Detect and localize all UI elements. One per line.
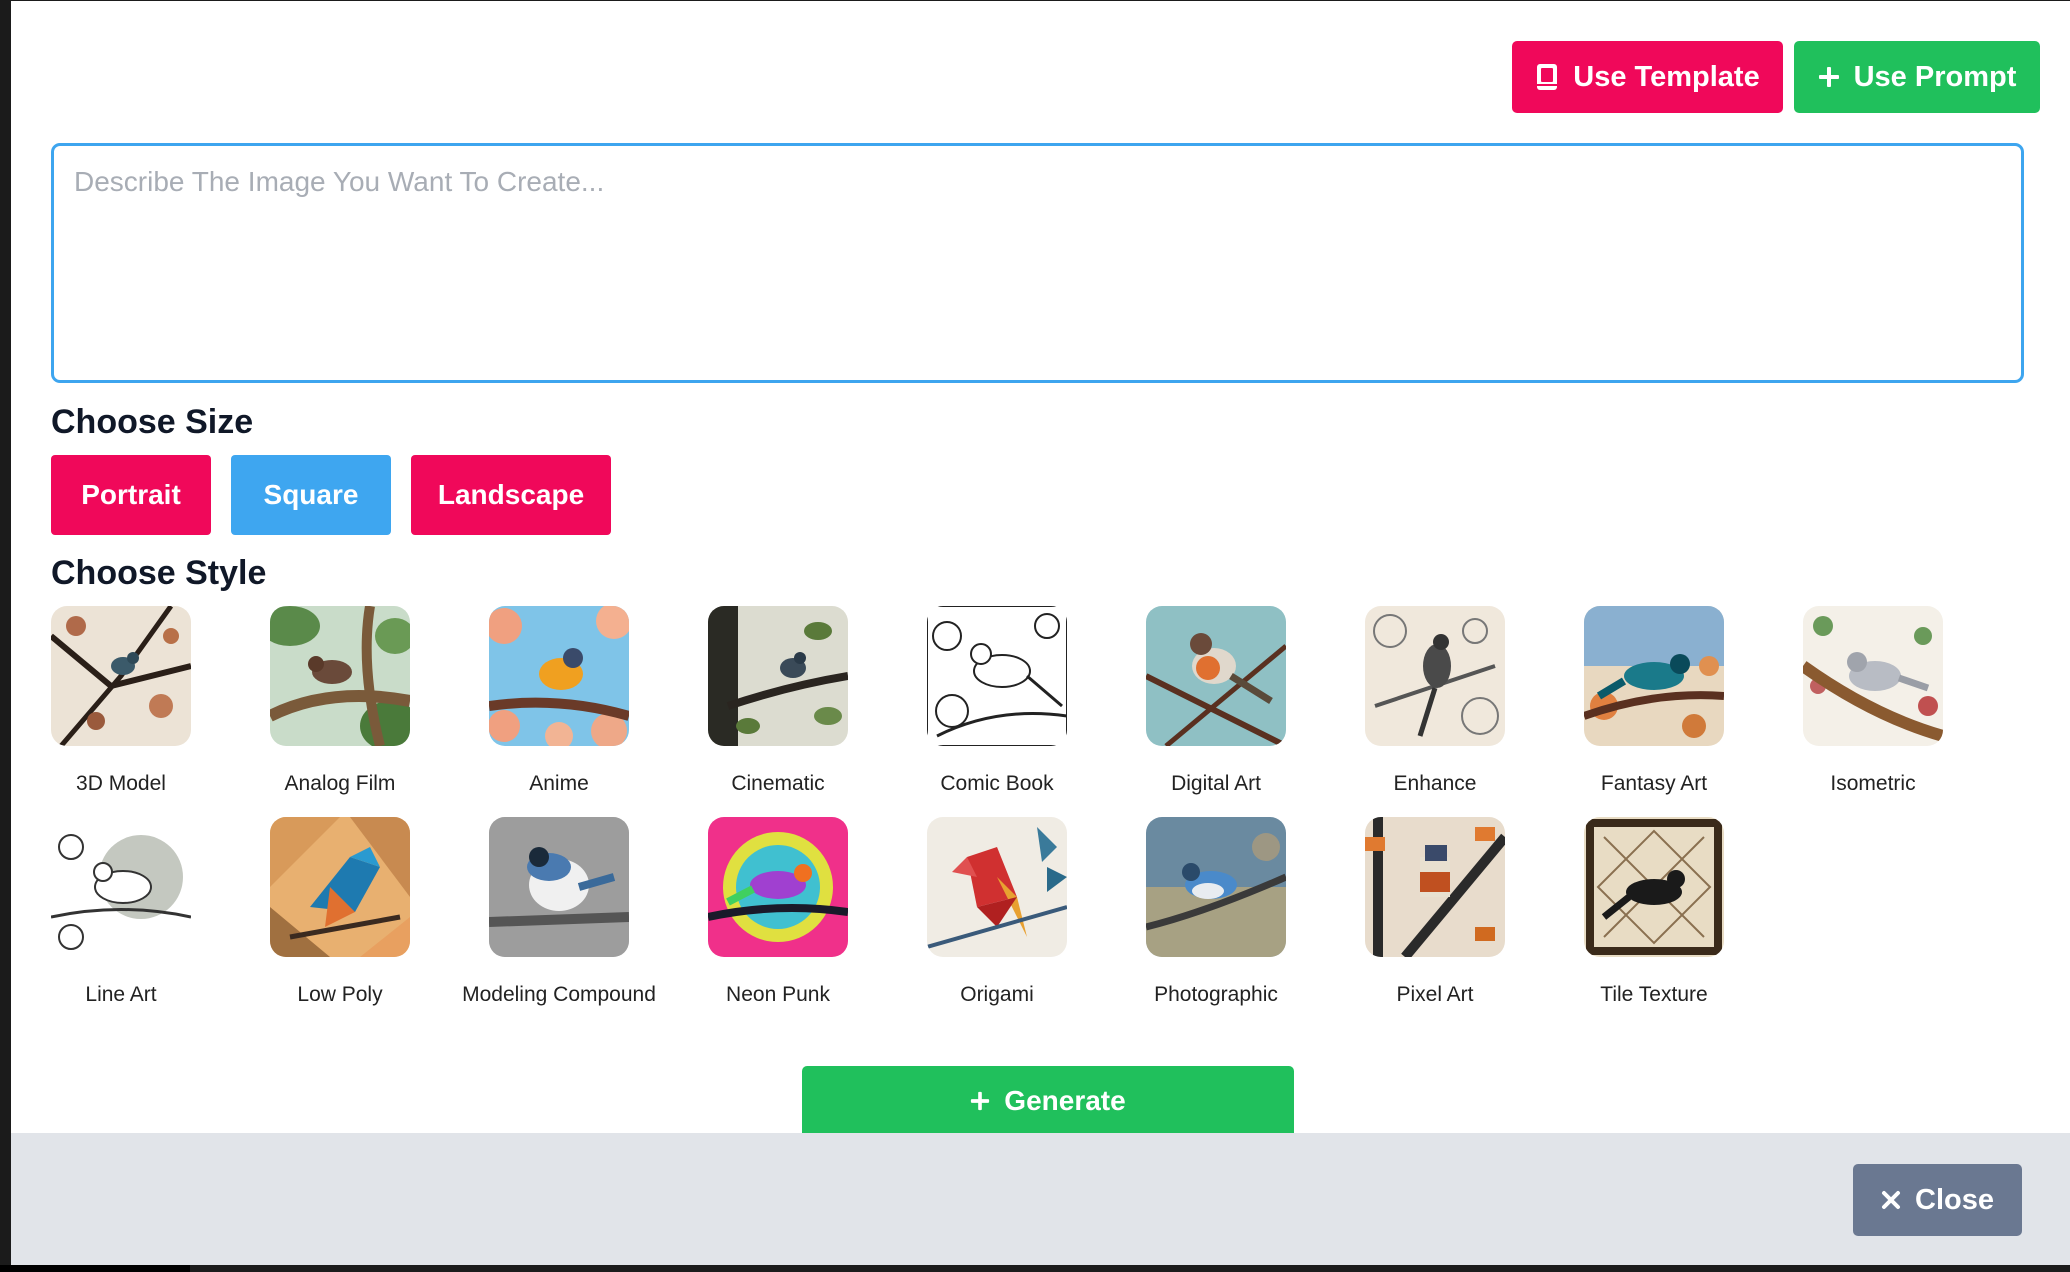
modal-footer: Close: [11, 1133, 2070, 1265]
style-thumbnail: [1584, 606, 1724, 746]
plus-icon: [971, 1091, 990, 1111]
bird-thumbnail-image: [1365, 606, 1505, 746]
style-label: Line Art: [85, 983, 157, 1006]
style-label: Tile Texture: [1600, 983, 1708, 1006]
choose-size-heading: Choose Size: [51, 403, 254, 441]
style-label: Comic Book: [940, 772, 1054, 795]
style-neon-punk[interactable]: Neon Punk: [708, 817, 848, 1014]
style-thumbnail: [51, 606, 191, 746]
top-actions: Use Template Use Prompt: [1512, 41, 2040, 113]
style-label: Pixel Art: [1396, 983, 1474, 1006]
style-label: Analog Film: [284, 772, 396, 795]
size-options: Portrait Square Landscape: [51, 455, 611, 535]
bird-thumbnail-image: [270, 817, 410, 957]
use-prompt-label: Use Prompt: [1853, 60, 2017, 93]
generate-label: Generate: [1004, 1085, 1126, 1116]
style-photographic[interactable]: Photographic: [1146, 817, 1286, 1014]
book-icon: [1537, 64, 1558, 90]
style-cinematic[interactable]: Cinematic: [708, 606, 848, 803]
style-thumbnail: [708, 606, 848, 746]
close-label: Close: [1915, 1183, 1994, 1216]
style-label: 3D Model: [76, 772, 166, 795]
style-line-art[interactable]: Line Art: [51, 817, 191, 1014]
style-tile-texture[interactable]: Tile Texture: [1584, 817, 1724, 1014]
background-strip: [0, 1265, 190, 1272]
size-landscape-button[interactable]: Landscape: [411, 455, 611, 535]
style-enhance[interactable]: Enhance: [1365, 606, 1505, 803]
bird-thumbnail-image: [51, 606, 191, 746]
style-thumbnail: [270, 817, 410, 957]
style-thumbnail: [51, 817, 191, 957]
style-label: Fantasy Art: [1600, 772, 1708, 795]
style-thumbnail: [1584, 817, 1724, 957]
choose-style-heading: Choose Style: [51, 554, 267, 592]
style-low-poly[interactable]: Low Poly: [270, 817, 410, 1014]
style-isometric[interactable]: Isometric: [1803, 606, 1943, 803]
style-thumbnail: [1803, 606, 1943, 746]
bird-thumbnail-image: [489, 606, 629, 746]
style-fantasy-art[interactable]: Fantasy Art: [1584, 606, 1724, 803]
style-thumbnail: [1146, 817, 1286, 957]
style-thumbnail: [1146, 606, 1286, 746]
style-3d-model[interactable]: 3D Model: [51, 606, 191, 803]
style-thumbnail: [1365, 606, 1505, 746]
style-thumbnail: [489, 606, 629, 746]
style-modeling-compound[interactable]: Modeling Compound: [462, 817, 656, 1014]
bird-thumbnail-image: [1803, 606, 1943, 746]
style-label: Origami: [960, 983, 1034, 1006]
style-label: Low Poly: [297, 983, 383, 1006]
bird-thumbnail-image: [489, 817, 629, 957]
use-prompt-button[interactable]: Use Prompt: [1794, 41, 2040, 113]
style-grid: 3D Model Analog Film Anime Cinematic Com…: [51, 606, 2022, 1014]
bird-thumbnail-image: [270, 606, 410, 746]
style-thumbnail: [927, 606, 1067, 746]
bird-thumbnail-image: [927, 606, 1067, 746]
style-label: Anime: [529, 772, 589, 795]
bird-thumbnail-image: [708, 606, 848, 746]
size-square-button[interactable]: Square: [231, 455, 391, 535]
plus-icon: [1818, 67, 1839, 87]
style-analog-film[interactable]: Analog Film: [270, 606, 410, 803]
image-generator-modal: Use Template Use Prompt Choose Size Port…: [11, 1, 2070, 1265]
style-thumbnail: [927, 817, 1067, 957]
style-label: Neon Punk: [726, 983, 830, 1006]
bird-thumbnail-image: [1146, 606, 1286, 746]
size-portrait-button[interactable]: Portrait: [51, 455, 211, 535]
style-label: Modeling Compound: [462, 983, 656, 1006]
use-template-button[interactable]: Use Template: [1512, 41, 1783, 113]
prompt-input[interactable]: [51, 143, 2024, 383]
style-digital-art[interactable]: Digital Art: [1146, 606, 1286, 803]
bird-thumbnail-image: [1584, 606, 1724, 746]
bird-thumbnail-image: [708, 817, 848, 957]
style-pixel-art[interactable]: Pixel Art: [1365, 817, 1505, 1014]
bird-thumbnail-image: [1584, 817, 1724, 957]
close-icon: [1882, 1191, 1900, 1209]
style-thumbnail: [708, 817, 848, 957]
style-label: Isometric: [1830, 772, 1916, 795]
bird-thumbnail-image: [51, 817, 191, 957]
style-origami[interactable]: Origami: [927, 817, 1067, 1014]
use-template-label: Use Template: [1573, 60, 1760, 93]
style-comic-book[interactable]: Comic Book: [927, 606, 1067, 803]
bird-thumbnail-image: [1365, 817, 1505, 957]
style-thumbnail: [489, 817, 629, 957]
style-label: Cinematic: [731, 772, 825, 795]
bird-thumbnail-image: [927, 817, 1067, 957]
style-anime[interactable]: Anime: [489, 606, 629, 803]
close-button[interactable]: Close: [1853, 1164, 2022, 1236]
style-label: Enhance: [1393, 772, 1477, 795]
style-label: Digital Art: [1171, 772, 1261, 795]
style-thumbnail: [270, 606, 410, 746]
bird-thumbnail-image: [1146, 817, 1286, 957]
style-thumbnail: [1365, 817, 1505, 957]
style-label: Photographic: [1154, 983, 1278, 1006]
generate-button[interactable]: Generate: [802, 1066, 1294, 1136]
